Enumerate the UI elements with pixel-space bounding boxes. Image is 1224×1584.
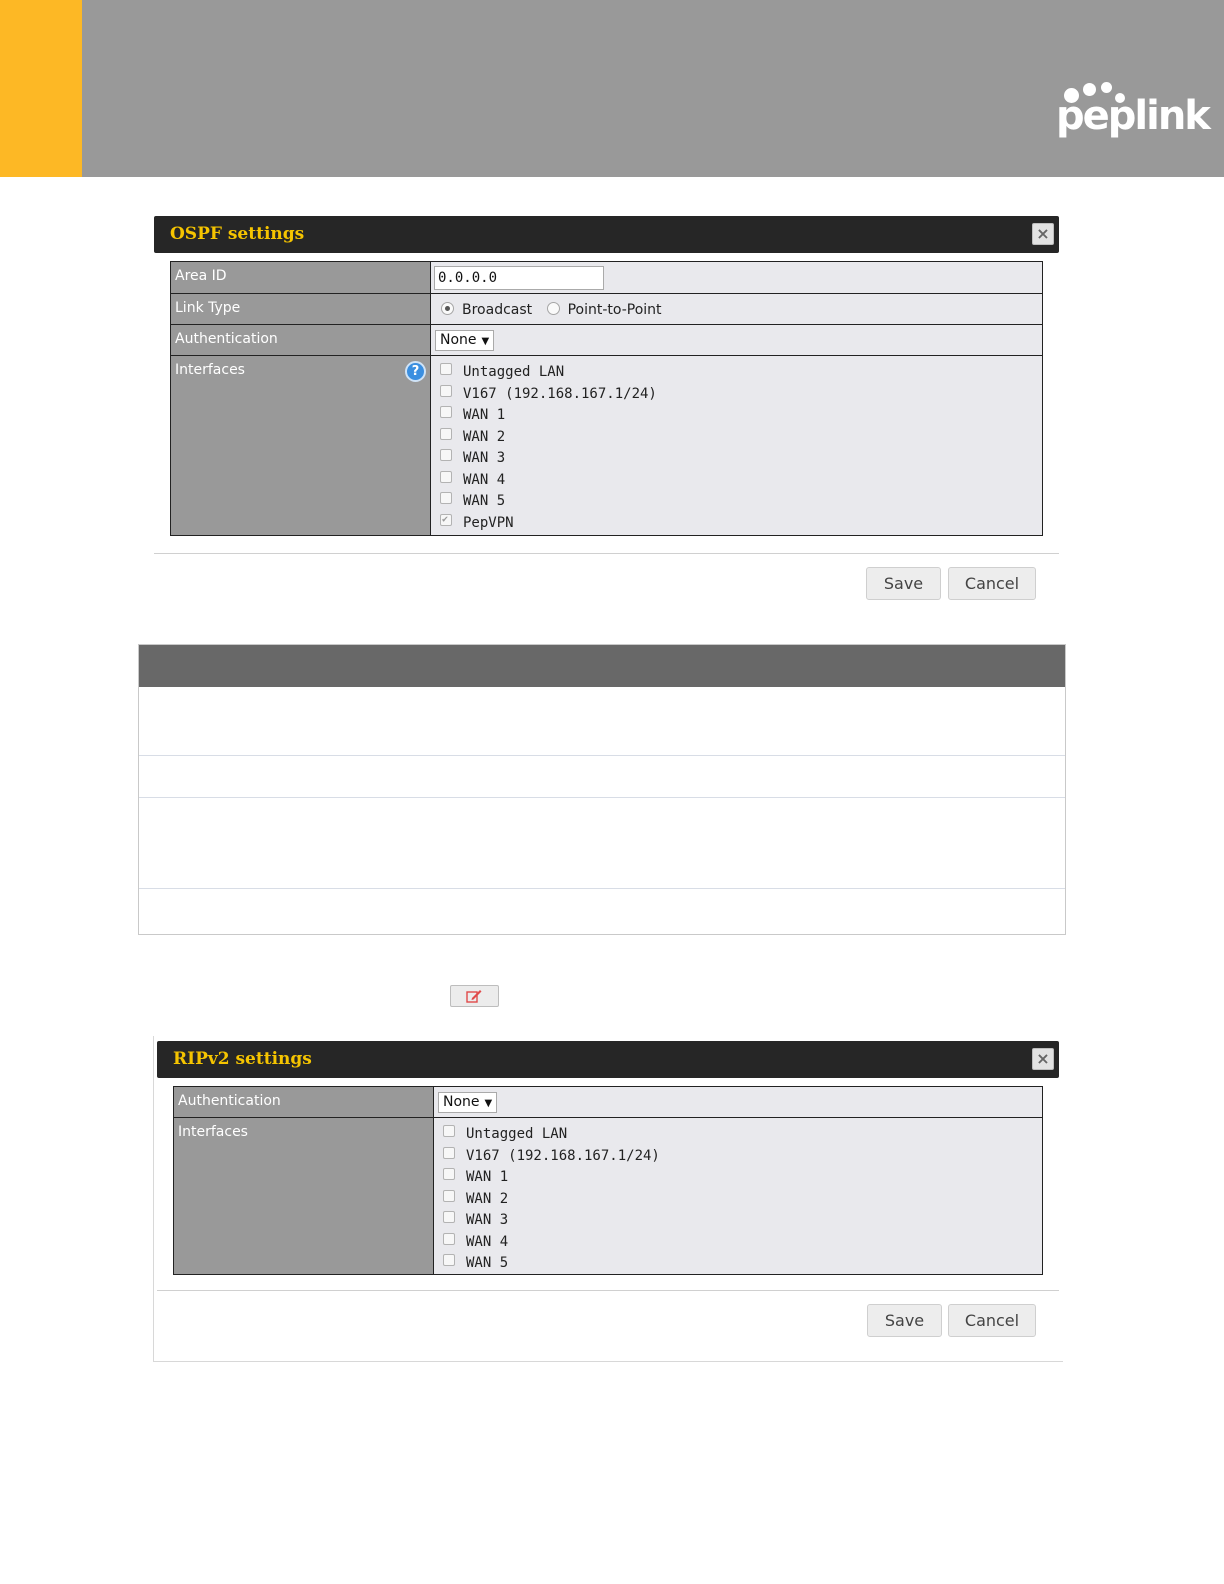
cancel-button[interactable]: Cancel bbox=[948, 1304, 1036, 1337]
authentication-select[interactable]: None ▼ bbox=[438, 1092, 498, 1113]
help-icon[interactable]: ? bbox=[405, 361, 426, 382]
authentication-select[interactable]: None ▼ bbox=[435, 330, 495, 351]
interface-label: WAN 5 bbox=[463, 493, 506, 509]
list-item: WAN 3 bbox=[443, 1210, 660, 1232]
interfaces-label: Interfaces bbox=[178, 1124, 248, 1140]
edit-button[interactable] bbox=[450, 985, 499, 1007]
interface-label: V167 (192.168.167.1/24) bbox=[466, 1147, 660, 1164]
list-item: WAN 4 bbox=[443, 1232, 660, 1254]
ripv2-form-table: Authentication None ▼ Interfaces Untagged… bbox=[173, 1086, 1043, 1275]
chevron-down-icon: ▼ bbox=[481, 336, 490, 347]
interface-checkbox[interactable] bbox=[443, 1232, 455, 1245]
interface-label: WAN 5 bbox=[466, 1255, 509, 1271]
ripv2-interfaces-list: Untagged LAN V167 (192.168.167.1/24) WAN… bbox=[443, 1124, 660, 1275]
table-row bbox=[139, 756, 1065, 798]
interface-checkbox[interactable] bbox=[440, 427, 452, 440]
interface-checkbox[interactable] bbox=[443, 1168, 455, 1180]
interface-label: WAN 1 bbox=[466, 1169, 509, 1185]
table-row bbox=[139, 687, 1065, 756]
interface-label: PepVPN bbox=[463, 514, 514, 531]
area-id-label: Area ID bbox=[175, 268, 227, 284]
area-id-input[interactable] bbox=[434, 266, 604, 290]
link-type-label: Link Type bbox=[175, 300, 241, 316]
list-item: V167 (192.168.167.1/24) bbox=[440, 384, 657, 406]
ospf-interfaces-list: Untagged LAN V167 (192.168.167.1/24) WAN… bbox=[440, 362, 657, 534]
peplink-logo: peplink bbox=[1056, 82, 1211, 154]
header-accent-block bbox=[0, 0, 82, 177]
save-button[interactable]: Save bbox=[866, 567, 941, 600]
interface-checkbox[interactable] bbox=[443, 1211, 455, 1223]
interface-label: WAN 3 bbox=[466, 1212, 509, 1228]
list-item: WAN 5 bbox=[443, 1253, 660, 1275]
interface-label: WAN 1 bbox=[463, 407, 506, 423]
list-item: WAN 1 bbox=[440, 405, 657, 427]
list-item: WAN 1 bbox=[443, 1167, 660, 1189]
interface-checkbox[interactable] bbox=[440, 406, 452, 418]
authentication-select-value: None bbox=[443, 1094, 480, 1110]
dialog-divider bbox=[157, 1290, 1059, 1291]
interface-checkbox[interactable] bbox=[440, 363, 452, 375]
list-item: PepVPN bbox=[440, 509, 657, 535]
table-row bbox=[139, 798, 1065, 889]
header-band bbox=[82, 0, 1224, 177]
list-item: Untagged LAN bbox=[443, 1124, 660, 1146]
interface-label: WAN 4 bbox=[463, 471, 506, 488]
radio-point-to-point-label: Point-to-Point bbox=[567, 302, 662, 318]
dialog-divider bbox=[154, 553, 1059, 554]
list-item: V167 (192.168.167.1/24) bbox=[443, 1146, 660, 1168]
list-item: WAN 2 bbox=[440, 427, 657, 449]
list-item: WAN 3 bbox=[440, 448, 657, 470]
interface-checkbox-checked[interactable] bbox=[440, 509, 452, 530]
logo-wordmark: peplink bbox=[1056, 93, 1211, 139]
authentication-label: Authentication bbox=[178, 1093, 281, 1109]
list-item: WAN 2 bbox=[443, 1189, 660, 1211]
interface-label: WAN 2 bbox=[466, 1190, 509, 1207]
radio-broadcast[interactable] bbox=[441, 302, 454, 315]
authentication-label: Authentication bbox=[175, 331, 278, 347]
interface-checkbox[interactable] bbox=[440, 384, 452, 397]
interface-label: WAN 4 bbox=[466, 1233, 509, 1250]
interface-checkbox[interactable] bbox=[443, 1125, 455, 1137]
ospf-form-table: Area ID Link Type Broadcast Point-to-Poi… bbox=[170, 261, 1043, 536]
dialog-title: OSPF settings bbox=[170, 224, 305, 244]
dialog-title-bar: RIPv2 settings × bbox=[157, 1041, 1059, 1078]
ripv2-settings-dialog: RIPv2 settings × Authentication None ▼ In… bbox=[157, 1041, 1059, 1361]
list-item: Untagged LAN bbox=[440, 362, 657, 384]
interface-label: WAN 3 bbox=[463, 450, 506, 466]
interface-checkbox[interactable] bbox=[443, 1254, 455, 1266]
radio-point-to-point[interactable] bbox=[546, 302, 560, 315]
interface-checkbox[interactable] bbox=[440, 449, 452, 461]
dialog-title-bar: OSPF settings × bbox=[154, 216, 1059, 253]
interface-label: V167 (192.168.167.1/24) bbox=[463, 385, 657, 402]
close-icon[interactable]: × bbox=[1032, 223, 1054, 245]
cancel-button[interactable]: Cancel bbox=[948, 567, 1036, 600]
save-button[interactable]: Save bbox=[867, 1304, 942, 1337]
info-table bbox=[138, 644, 1066, 935]
ospf-settings-dialog: OSPF settings × Area ID Link Type Broadc… bbox=[154, 216, 1059, 606]
list-item: WAN 5 bbox=[440, 491, 657, 513]
interface-checkbox[interactable] bbox=[443, 1146, 455, 1159]
interface-checkbox[interactable] bbox=[440, 470, 452, 483]
interface-label: Untagged LAN bbox=[463, 364, 565, 380]
radio-broadcast-label: Broadcast bbox=[462, 302, 533, 318]
interfaces-label: Interfaces bbox=[175, 362, 245, 378]
interface-checkbox[interactable] bbox=[440, 492, 452, 504]
interface-checkbox[interactable] bbox=[443, 1189, 455, 1202]
authentication-select-value: None bbox=[440, 332, 477, 348]
dialog-title: RIPv2 settings bbox=[173, 1049, 312, 1069]
interface-label: Untagged LAN bbox=[466, 1126, 568, 1142]
interface-label: WAN 2 bbox=[463, 428, 506, 445]
edit-icon bbox=[466, 990, 482, 1003]
list-item: WAN 4 bbox=[440, 470, 657, 492]
info-table-header bbox=[139, 645, 1065, 687]
chevron-down-icon: ▼ bbox=[484, 1098, 493, 1109]
close-icon[interactable]: × bbox=[1032, 1048, 1054, 1070]
